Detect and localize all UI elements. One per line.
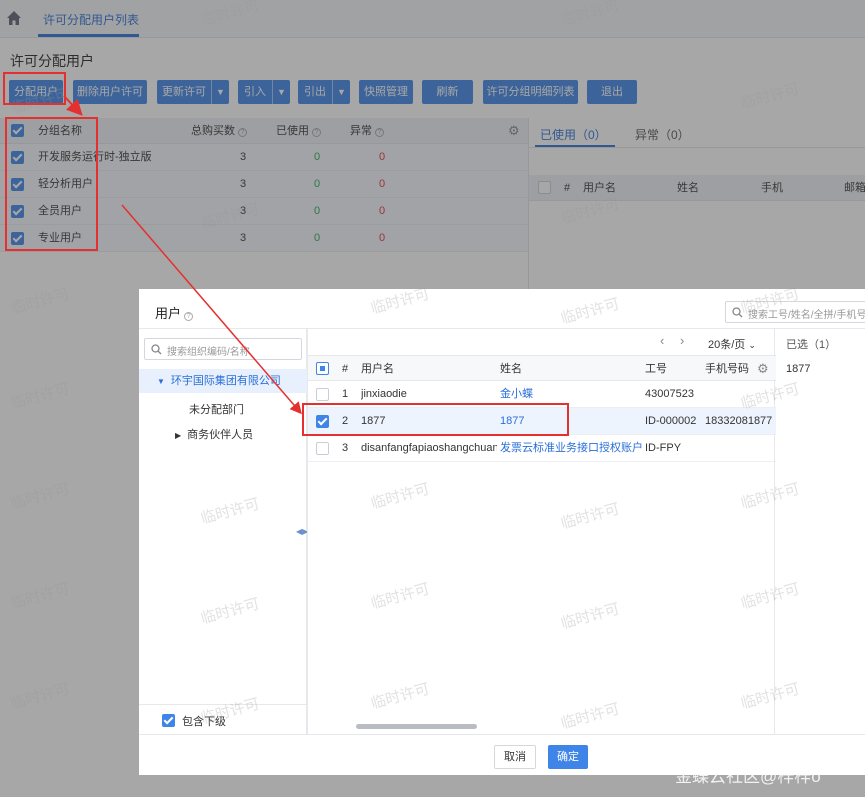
table-row[interactable]: 3 disanfangfapiaoshangchuan 发票云标准业务接口授权账…: [308, 435, 776, 462]
table-row[interactable]: 2 1877 1877 ID-000002 18332081877: [308, 408, 776, 435]
tree-footer: 包含下级: [139, 704, 307, 734]
emp-no: 43007523: [645, 388, 694, 400]
corner-watermark: 金蝶云社区@梓梓o: [675, 767, 821, 786]
column-header-index: #: [342, 363, 349, 375]
help-icon[interactable]: ?: [184, 312, 194, 321]
indeterminate-mark: [320, 366, 325, 371]
column-header-emp-no[interactable]: 工号: [645, 356, 667, 382]
user-grid: ‹ › 20条/页 ⌄ # 用户名 姓名 工号 手机号码 ⚙ 1 jinxiao…: [307, 329, 776, 734]
table-row[interactable]: 1 jinxiaodie 金小蝶 43007523: [308, 381, 776, 408]
select-all-checkbox[interactable]: [316, 362, 329, 375]
caret-right-icon[interactable]: ▶: [175, 431, 181, 440]
selected-title: 已选（1）: [786, 339, 837, 351]
username: 1877: [361, 415, 386, 427]
table-header: # 用户名 姓名 工号 手机号码 ⚙: [308, 355, 776, 381]
dialog-title: 用户?: [155, 303, 194, 322]
user-name-link[interactable]: 发票云标准业务接口授权账户: [500, 435, 642, 461]
user-select-dialog: 用户? 搜索工号/姓名/全拼/手机号 搜索组织编码/名称 ▼ 环宇国际集团有限公司…: [139, 289, 865, 775]
row-index: 1: [342, 388, 349, 400]
row-index: 3: [342, 442, 349, 454]
pager: ‹ › 20条/页 ⌄: [308, 329, 776, 355]
row-index: 2: [342, 415, 349, 427]
include-sub-label: 包含下级: [182, 716, 226, 728]
username: disanfangfapiaoshangchuan: [361, 442, 497, 454]
page-size-select[interactable]: 20条/页 ⌄: [708, 336, 756, 352]
column-header-phone[interactable]: 手机号码: [705, 356, 749, 382]
selected-item[interactable]: 1877: [786, 363, 810, 375]
row-checkbox[interactable]: [316, 415, 329, 428]
emp-no: ID-FPY: [645, 442, 682, 454]
row-checkbox[interactable]: [316, 388, 329, 401]
org-tree-panel: 搜索组织编码/名称 ▼ 环宇国际集团有限公司 未分配部门 ▶ 商务伙伴人员 包含下级: [139, 329, 307, 734]
search-icon: [151, 344, 162, 355]
next-page-icon[interactable]: ›: [680, 333, 684, 348]
dialog-header: 用户? 搜索工号/姓名/全拼/手机号: [139, 289, 865, 329]
include-sub-checkbox[interactable]: [162, 714, 175, 727]
column-header-username[interactable]: 用户名: [361, 356, 394, 382]
ok-button[interactable]: 确定: [548, 745, 588, 769]
user-name-link[interactable]: 金小蝶: [500, 381, 533, 407]
org-search-input[interactable]: 搜索组织编码/名称: [144, 338, 302, 360]
cancel-button[interactable]: 取消: [494, 745, 536, 769]
tree-node-partners[interactable]: ▶ 商务伙伴人员: [175, 426, 253, 442]
emp-no: ID-000002: [645, 415, 697, 427]
user-search-input[interactable]: 搜索工号/姓名/全拼/手机号: [725, 301, 865, 323]
column-settings-gear-icon[interactable]: ⚙: [757, 356, 769, 382]
tree-node-unassigned[interactable]: 未分配部门: [189, 401, 244, 417]
username: jinxiaodie: [361, 388, 407, 400]
row-checkbox[interactable]: [316, 442, 329, 455]
column-header-name[interactable]: 姓名: [500, 356, 522, 382]
selected-panel: 已选（1） 1877: [775, 329, 865, 734]
user-name-link[interactable]: 1877: [500, 408, 524, 434]
horizontal-scrollbar[interactable]: [356, 724, 477, 729]
caret-down-icon[interactable]: ▼: [157, 377, 165, 386]
phone: 18332081877: [705, 415, 773, 427]
prev-page-icon[interactable]: ‹: [660, 333, 664, 348]
chevron-down-icon[interactable]: ⌄: [748, 340, 756, 350]
tree-node-root[interactable]: ▼ 环宇国际集团有限公司: [139, 369, 307, 393]
search-icon: [732, 307, 743, 318]
